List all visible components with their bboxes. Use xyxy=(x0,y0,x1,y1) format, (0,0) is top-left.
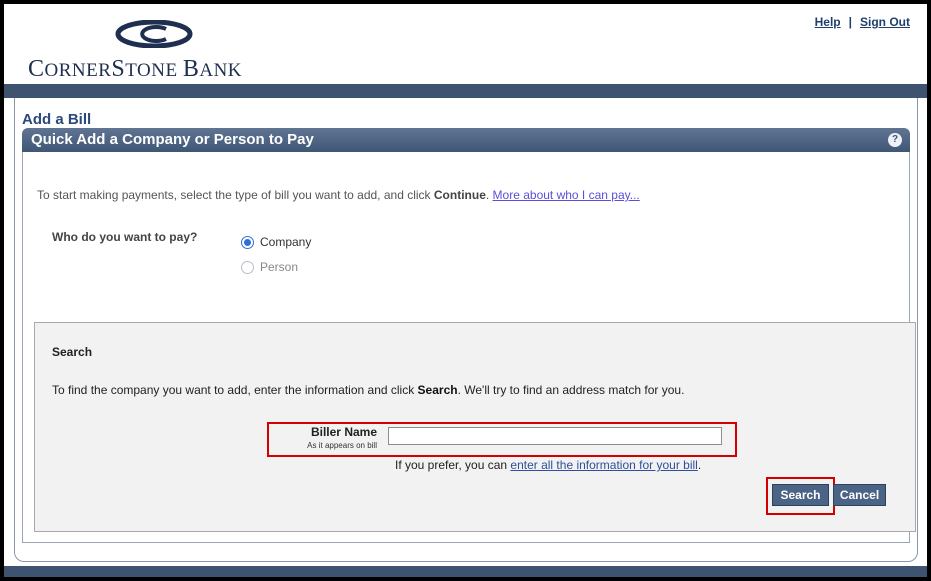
section-title: Quick Add a Company or Person to Pay xyxy=(31,131,314,148)
radio-company-row[interactable]: Company xyxy=(241,235,311,249)
company-label: Company xyxy=(260,235,312,249)
person-radio[interactable] xyxy=(241,260,254,274)
biller-name-sublabel: As it appears on bill xyxy=(307,441,377,450)
link-separator: | xyxy=(848,15,852,29)
cornerstone-logo-icon xyxy=(115,20,193,48)
search-description: To find the company you want to add, ent… xyxy=(52,383,685,397)
company-radio[interactable] xyxy=(241,235,254,249)
intro-text: To start making payments, select the typ… xyxy=(37,188,640,202)
more-about-who-link[interactable]: More about who I can pay... xyxy=(493,188,640,202)
sign-out-link[interactable]: Sign Out xyxy=(860,15,910,29)
enter-all-info-link[interactable]: enter all the information for your bill xyxy=(510,458,697,472)
person-label: Person xyxy=(260,260,299,274)
biller-name-input[interactable] xyxy=(388,427,722,445)
page-title: Add a Bill xyxy=(22,111,92,128)
biller-name-label: Biller Name xyxy=(310,425,377,439)
footer-band xyxy=(4,566,927,577)
help-question-icon[interactable]: ? xyxy=(888,133,902,147)
prefer-text: If you prefer, you can enter all the inf… xyxy=(395,458,702,472)
top-links: Help | Sign Out xyxy=(815,15,910,29)
brand-name: CORNERSTONE BANK xyxy=(28,56,243,82)
header: CORNERSTONE BANK Help | Sign Out xyxy=(4,4,927,84)
page: CORNERSTONE BANK Help | Sign Out Add a Bil… xyxy=(4,4,927,577)
continue-keyword: Continue xyxy=(433,188,486,202)
help-link[interactable]: Help xyxy=(815,15,841,29)
search-keyword: Search xyxy=(417,383,458,397)
search-heading: Search xyxy=(52,345,93,359)
header-band xyxy=(4,84,927,98)
section-header: Quick Add a Company or Person to Pay ? xyxy=(22,128,910,152)
search-button[interactable]: Search xyxy=(772,484,829,506)
radio-person-row[interactable]: Person xyxy=(241,260,298,274)
cancel-button[interactable]: Cancel xyxy=(833,484,886,506)
who-label: Who do you want to pay? xyxy=(52,230,198,244)
